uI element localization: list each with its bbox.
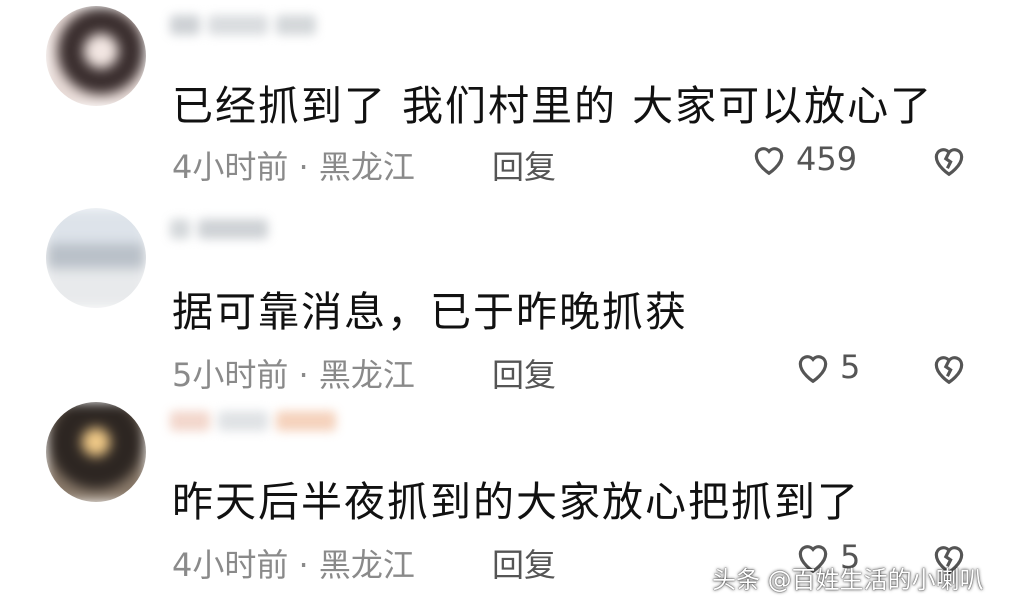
comment-meta: 5小时前 · 黑龙江: [172, 356, 415, 394]
like-button[interactable]: 5: [794, 348, 860, 386]
dislike-button[interactable]: [930, 142, 968, 182]
reply-button[interactable]: 回复: [492, 540, 556, 586]
username-blurred[interactable]: [170, 218, 276, 254]
broken-heart-icon: [934, 148, 964, 177]
username-blurred[interactable]: [170, 14, 324, 50]
comment-item: 已经抓到了 我们村里的 大家可以放心了 4小时前 · 黑龙江 回复 459: [0, 0, 1024, 196]
reply-button[interactable]: 回复: [492, 350, 556, 396]
comment-meta: 4小时前 · 黑龙江: [172, 148, 415, 186]
like-button[interactable]: 459: [750, 140, 857, 178]
heart-outline-icon: [798, 355, 828, 384]
comment-text: 已经抓到了 我们村里的 大家可以放心了: [172, 82, 934, 130]
comment-item: 据可靠消息，已于昨晚抓获 5小时前 · 黑龙江 回复 5: [0, 204, 1024, 400]
avatar[interactable]: [46, 402, 146, 502]
comment-meta: 4小时前 · 黑龙江: [172, 546, 415, 584]
like-count: 5: [840, 348, 861, 386]
avatar[interactable]: [46, 208, 146, 308]
reply-button[interactable]: 回复: [492, 142, 556, 188]
username-blurred[interactable]: [170, 410, 344, 446]
broken-heart-icon: [934, 356, 964, 385]
comment-text: 昨天后半夜抓到的大家放心把抓到了: [172, 478, 860, 526]
comment-text: 据可靠消息，已于昨晚抓获: [172, 288, 688, 336]
heart-outline-icon: [754, 147, 784, 176]
dislike-button[interactable]: [930, 350, 968, 390]
like-count: 459: [796, 140, 858, 178]
watermark: 头条 @百姓生活的小喇叭: [712, 566, 984, 594]
avatar[interactable]: [46, 6, 146, 106]
